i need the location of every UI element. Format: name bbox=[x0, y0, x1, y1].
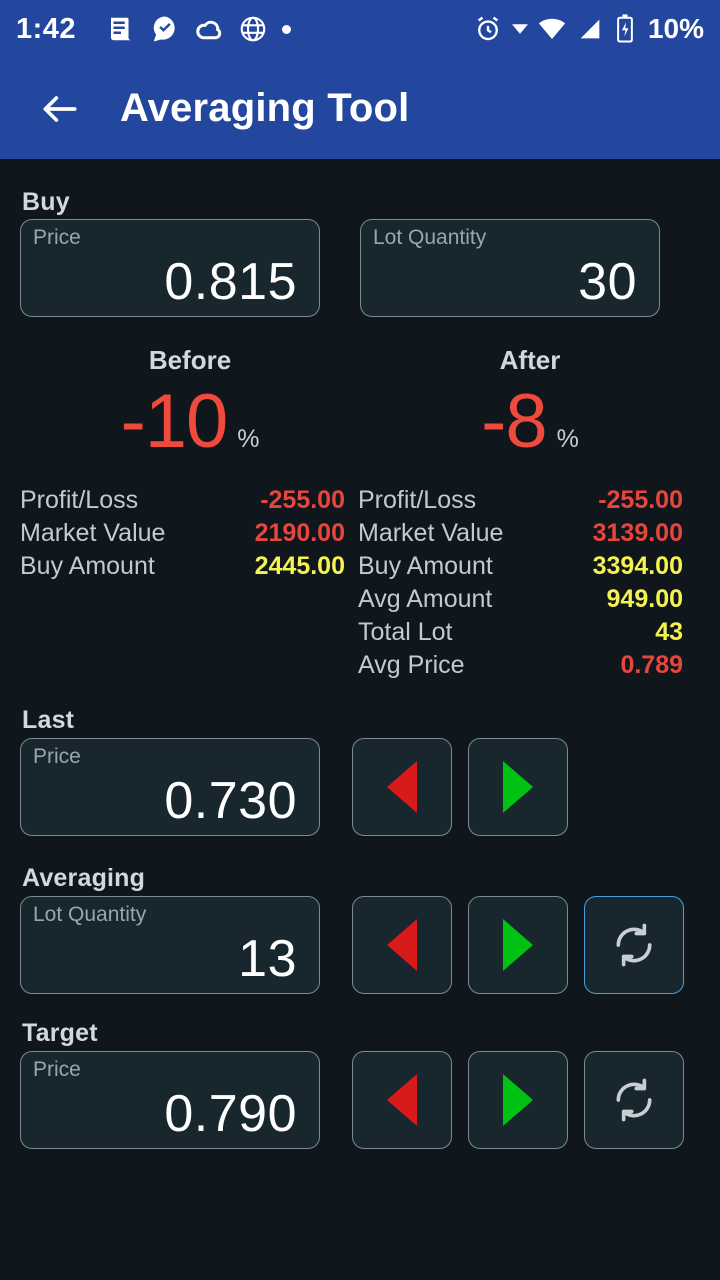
buy-price-label: Price bbox=[33, 226, 81, 249]
stat-row: Profit/Loss -255.00 bbox=[20, 484, 345, 517]
before-column-label: Before bbox=[148, 345, 232, 375]
stat-value: -255.00 bbox=[598, 486, 683, 514]
target-price-label: Price bbox=[33, 1058, 81, 1081]
averaging-lot-quantity-field[interactable]: Lot Quantity 13 bbox=[20, 896, 320, 994]
news-icon bbox=[106, 14, 136, 44]
alarm-icon bbox=[473, 14, 503, 44]
stat-label: Buy Amount bbox=[358, 552, 493, 580]
stat-label: Avg Price bbox=[358, 651, 465, 679]
triangle-right-icon bbox=[503, 761, 533, 813]
stat-label: Market Value bbox=[358, 519, 504, 547]
after-percent-block: -8 % bbox=[360, 384, 700, 460]
back-arrow-icon bbox=[43, 95, 77, 122]
stat-row: Market Value 3139.00 bbox=[358, 517, 683, 550]
target-section-label: Target bbox=[22, 1019, 98, 1047]
stat-value: 0.789 bbox=[620, 651, 683, 679]
averaging-lot-quantity-label: Lot Quantity bbox=[33, 903, 147, 926]
last-increment-button[interactable] bbox=[468, 738, 568, 836]
back-button[interactable] bbox=[22, 71, 98, 147]
averaging-decrement-button[interactable] bbox=[352, 896, 452, 994]
stat-row: Total Lot 43 bbox=[358, 616, 683, 649]
stat-label: Avg Amount bbox=[358, 585, 493, 613]
stat-row: Buy Amount 2445.00 bbox=[20, 550, 345, 583]
stat-label: Buy Amount bbox=[20, 552, 155, 580]
stat-value: -255.00 bbox=[260, 486, 345, 514]
stat-label: Total Lot bbox=[358, 618, 453, 646]
last-decrement-button[interactable] bbox=[352, 738, 452, 836]
stat-label: Market Value bbox=[20, 519, 166, 547]
triangle-right-icon bbox=[503, 919, 533, 971]
app-bar: Averaging Tool bbox=[0, 58, 720, 159]
stat-row: Avg Price 0.789 bbox=[358, 649, 683, 682]
stat-value: 949.00 bbox=[606, 585, 683, 613]
averaging-lot-quantity-value: 13 bbox=[238, 930, 297, 988]
stat-value: 43 bbox=[655, 618, 683, 646]
battery-percent-label: 10% bbox=[647, 13, 704, 44]
stat-value: 2190.00 bbox=[254, 519, 345, 547]
buy-lot-quantity-field[interactable]: Lot Quantity 30 bbox=[360, 219, 660, 317]
averaging-tool-screen: 1:42 10% Averaging Tool Buy Price 0.815 … bbox=[0, 0, 720, 1280]
target-price-field[interactable]: Price 0.790 bbox=[20, 1051, 320, 1149]
stat-label: Profit/Loss bbox=[20, 486, 139, 514]
sync-icon bbox=[616, 923, 652, 967]
stat-value: 3394.00 bbox=[592, 552, 683, 580]
sync-icon bbox=[616, 1078, 652, 1122]
before-percent-value: -10 bbox=[120, 379, 228, 464]
last-section-label: Last bbox=[22, 706, 75, 734]
target-price-value: 0.790 bbox=[164, 1085, 297, 1143]
status-bar-clock: 1:42 bbox=[16, 12, 77, 45]
averaging-increment-button[interactable] bbox=[468, 896, 568, 994]
after-stats-column: Profit/Loss -255.00 Market Value 3139.00 Buy… bbox=[358, 484, 683, 682]
averaging-section-label: Averaging bbox=[22, 864, 146, 892]
triangle-left-icon bbox=[387, 1074, 417, 1126]
last-price-field[interactable]: Price 0.730 bbox=[20, 738, 320, 836]
last-price-label: Price bbox=[33, 745, 81, 768]
buy-lot-quantity-label: Lot Quantity bbox=[373, 226, 487, 249]
stat-row: Avg Amount 949.00 bbox=[358, 583, 683, 616]
buy-price-field[interactable]: Price 0.815 bbox=[20, 219, 320, 317]
signal-icon bbox=[576, 15, 604, 43]
buy-section-label: Buy bbox=[22, 188, 70, 216]
status-bar-right: 10% bbox=[473, 13, 704, 45]
dot-icon bbox=[282, 24, 292, 34]
status-bar-left: 1:42 bbox=[16, 14, 473, 44]
before-percent-block: -10 % bbox=[20, 384, 360, 460]
buy-price-value: 0.815 bbox=[164, 253, 297, 311]
triangle-right-icon bbox=[503, 1074, 533, 1126]
triangle-left-icon bbox=[387, 761, 417, 813]
before-stats-column: Profit/Loss -255.00 Market Value 2190.00 Buy… bbox=[20, 484, 345, 583]
target-increment-button[interactable] bbox=[468, 1051, 568, 1149]
battery-charging-icon bbox=[613, 14, 637, 44]
averaging-reset-button[interactable] bbox=[584, 896, 684, 994]
stat-label: Profit/Loss bbox=[358, 486, 477, 514]
last-price-value: 0.730 bbox=[164, 772, 297, 830]
stat-row: Market Value 2190.00 bbox=[20, 517, 345, 550]
main-content: Buy Price 0.815 Lot Quantity 30 Before A… bbox=[0, 159, 720, 1280]
stat-row: Buy Amount 3394.00 bbox=[358, 550, 683, 583]
after-column-label: After bbox=[499, 345, 561, 375]
status-bar: 1:42 10% bbox=[0, 0, 720, 58]
after-percent-value: -8 bbox=[481, 379, 548, 464]
dropdown-caret-icon bbox=[511, 21, 528, 37]
stat-value: 2445.00 bbox=[254, 552, 345, 580]
after-percent-symbol: % bbox=[556, 425, 579, 453]
page-title: Averaging Tool bbox=[120, 86, 410, 130]
percent-row: -10 % -8 % bbox=[0, 384, 720, 479]
target-reset-button[interactable] bbox=[584, 1051, 684, 1149]
globe-icon bbox=[238, 14, 268, 44]
cloud-icon bbox=[194, 14, 224, 44]
chat-check-icon bbox=[150, 14, 180, 44]
triangle-left-icon bbox=[387, 919, 417, 971]
before-percent-symbol: % bbox=[237, 425, 260, 453]
stat-row: Profit/Loss -255.00 bbox=[358, 484, 683, 517]
wifi-icon bbox=[537, 14, 567, 44]
buy-lot-quantity-value: 30 bbox=[578, 253, 637, 311]
stat-value: 3139.00 bbox=[592, 519, 683, 547]
target-decrement-button[interactable] bbox=[352, 1051, 452, 1149]
